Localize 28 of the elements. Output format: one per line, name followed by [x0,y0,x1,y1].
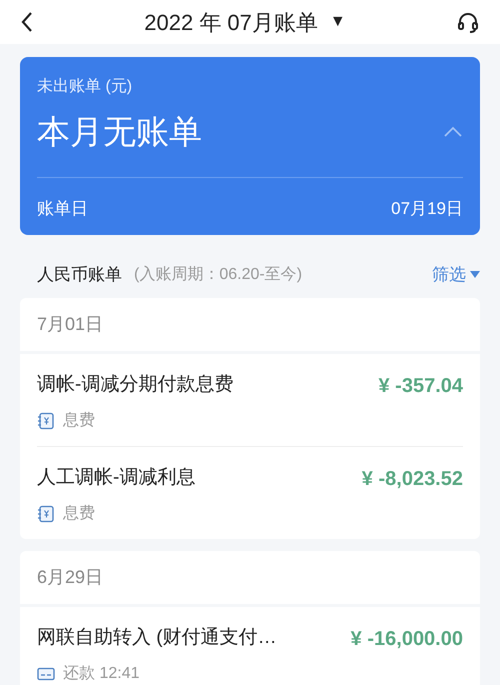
receipt-icon [37,412,55,430]
headset-icon[interactable] [456,10,480,34]
transaction-category: 息费 [63,504,95,524]
transaction-amount: ¥ -357.04 [378,374,463,398]
date-heading: 6月29日 [37,566,104,588]
billing-period: (入账周期：06.20-至今) [134,264,302,285]
receipt-icon [37,504,55,522]
transaction-title: 网联自助转入 (财付通支付… [37,626,277,650]
transaction-category: 还款 12:41 [63,664,140,684]
transaction-amount: ¥ -16,000.00 [350,626,463,652]
transaction-row[interactable]: 网联自助转入 (财付通支付… ¥ -16,000.00 还款 12:41 [37,606,463,685]
transaction-title: 调帐-调减分期付款息费 [37,373,234,398]
transaction-amount: ¥ -8,023.52 [362,466,463,492]
transaction-row[interactable]: 人工调帐-调减利息 ¥ -8,023.52 息费 [37,446,463,538]
transaction-title: 人工调帐-调减利息 [37,466,196,490]
back-icon[interactable] [20,11,34,33]
bill-label: 未出账单 (元) [37,76,134,97]
caret-icon [470,271,480,278]
transaction-category: 息费 [63,410,95,430]
page-title[interactable]: 2022 年 07月账单 [144,6,318,38]
bill-status: 本月无账单 [37,112,202,152]
bill-date-label: 账单日 [37,198,88,220]
dropdown-icon[interactable]: ▼ [330,10,346,34]
section-title: 人民币账单 [37,264,122,286]
bill-date: 07月19日 [391,198,463,220]
card-icon [37,666,55,680]
date-heading: 7月01日 [37,312,104,336]
transaction-row[interactable]: 调帐-调减分期付款息费 ¥ -357.04 息费 [37,354,463,446]
